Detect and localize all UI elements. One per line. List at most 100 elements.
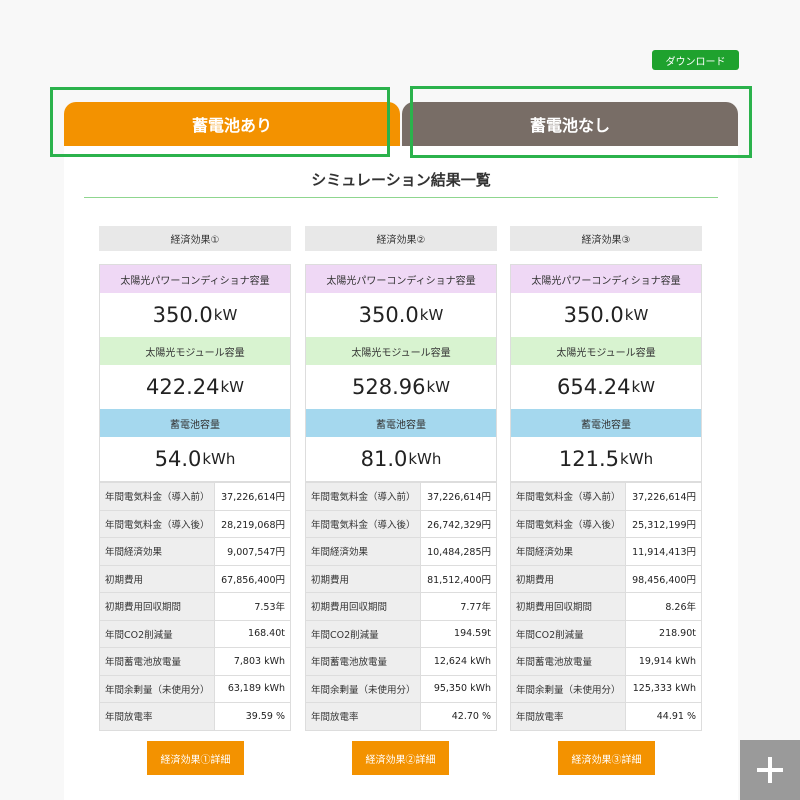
metrics-table: 年間電気料金（導入前） 37,226,614円 年間電気料金（導入後） 26,742… <box>305 482 497 731</box>
metric-value: 44.91 % <box>625 702 702 731</box>
tab-with-battery[interactable]: 蓄電池あり <box>64 102 400 146</box>
metric-label: 初期費用 <box>99 564 215 593</box>
metric-label: 年間放電率 <box>510 702 626 731</box>
metric-value: 7.77年 <box>420 592 497 621</box>
value-number: 54.0 <box>154 447 202 471</box>
expand-button[interactable] <box>740 740 800 800</box>
metric-label: 初期費用 <box>305 564 421 593</box>
tab-without-battery[interactable]: 蓄電池なし <box>402 102 738 146</box>
table-row: 年間CO2削減量 194.59t <box>305 619 497 648</box>
metric-value: 81,512,400円 <box>420 564 497 593</box>
metric-value: 10,484,285円 <box>420 537 497 566</box>
metric-label: 年間電気料金（導入前） <box>510 482 626 511</box>
table-row: 年間経済効果 10,484,285円 <box>305 537 497 566</box>
plus-icon <box>757 757 783 783</box>
metric-label: 年間電気料金（導入前） <box>305 482 421 511</box>
metric-value: 19,914 kWh <box>625 647 702 676</box>
metric-value: 7.53年 <box>214 592 291 621</box>
value-unit: kWh <box>408 450 442 468</box>
table-row: 年間CO2削減量 218.90t <box>510 619 702 648</box>
table-row: 年間放電率 42.70 % <box>305 702 497 731</box>
table-row: 初期費用 98,456,400円 <box>510 564 702 593</box>
pcs-capacity-label: 太陽光パワーコンディショナ容量 <box>100 265 290 293</box>
module-capacity-label: 太陽光モジュール容量 <box>511 337 701 365</box>
table-row: 年間経済効果 9,007,547円 <box>99 537 291 566</box>
metric-value: 194.59t <box>420 619 497 648</box>
table-row: 年間蓄電池放電量 19,914 kWh <box>510 647 702 676</box>
metric-value: 9,007,547円 <box>214 537 291 566</box>
table-row: 年間蓄電池放電量 12,624 kWh <box>305 647 497 676</box>
table-row: 年間CO2削減量 168.40t <box>99 619 291 648</box>
metric-label: 年間経済効果 <box>510 537 626 566</box>
module-capacity-value: 654.24 kW <box>511 365 701 409</box>
value-number: 350.0 <box>152 303 213 327</box>
metric-value: 168.40t <box>214 619 291 648</box>
value-unit: kWh <box>202 450 236 468</box>
metric-label: 初期費用回収期間 <box>510 592 626 621</box>
detail-button-1[interactable]: 経済効果①詳細 <box>147 741 244 775</box>
metric-value: 12,624 kWh <box>420 647 497 676</box>
metric-value: 37,226,614円 <box>420 482 497 511</box>
metric-label: 年間経済効果 <box>305 537 421 566</box>
result-column-1: 経済効果① 太陽光パワーコンディショナ容量 350.0 kW 太陽光モジュール容量… <box>99 226 291 731</box>
table-row: 年間余剰量（未使用分） 63,189 kWh <box>99 674 291 703</box>
metric-label: 年間余剰量（未使用分） <box>510 674 626 703</box>
value-unit: kWh <box>620 450 654 468</box>
metric-label: 年間放電率 <box>99 702 215 731</box>
table-row: 年間放電率 39.59 % <box>99 702 291 731</box>
column-heading: 経済効果③ <box>510 226 702 251</box>
metric-value: 7,803 kWh <box>214 647 291 676</box>
metric-value: 8.26年 <box>625 592 702 621</box>
column-heading: 経済効果② <box>305 226 497 251</box>
metric-value: 37,226,614円 <box>625 482 702 511</box>
metric-value: 98,456,400円 <box>625 564 702 593</box>
pcs-capacity-value: 350.0 kW <box>511 293 701 337</box>
table-row: 年間余剰量（未使用分） 95,350 kWh <box>305 674 497 703</box>
table-row: 年間経済効果 11,914,413円 <box>510 537 702 566</box>
metric-label: 初期費用回収期間 <box>305 592 421 621</box>
result-column-2: 経済効果② 太陽光パワーコンディショナ容量 350.0 kW 太陽光モジュール容量… <box>305 226 497 731</box>
result-column-3: 経済効果③ 太陽光パワーコンディショナ容量 350.0 kW 太陽光モジュール容量… <box>510 226 702 731</box>
metric-value: 63,189 kWh <box>214 674 291 703</box>
battery-capacity-label: 蓄電池容量 <box>306 409 496 437</box>
table-row: 年間電気料金（導入後） 28,219,068円 <box>99 509 291 538</box>
metric-value: 39.59 % <box>214 702 291 731</box>
pcs-capacity-label: 太陽光パワーコンディショナ容量 <box>511 265 701 293</box>
metric-label: 年間電気料金（導入前） <box>99 482 215 511</box>
table-row: 初期費用 67,856,400円 <box>99 564 291 593</box>
value-unit: kW <box>419 306 444 324</box>
value-number: 422.24 <box>145 375 220 399</box>
metric-value: 67,856,400円 <box>214 564 291 593</box>
table-row: 年間電気料金（導入後） 26,742,329円 <box>305 509 497 538</box>
metric-label: 年間蓄電池放電量 <box>305 647 421 676</box>
metric-value: 26,742,329円 <box>420 509 497 538</box>
detail-button-3[interactable]: 経済効果③詳細 <box>558 741 655 775</box>
value-unit: kW <box>426 378 450 396</box>
table-row: 年間電気料金（導入前） 37,226,614円 <box>510 482 702 511</box>
metric-label: 年間蓄電池放電量 <box>510 647 626 676</box>
module-capacity-value: 422.24 kW <box>100 365 290 409</box>
metric-label: 年間経済効果 <box>99 537 215 566</box>
metric-value: 125,333 kWh <box>625 674 702 703</box>
download-button[interactable]: ダウンロード <box>652 50 739 70</box>
table-row: 年間蓄電池放電量 7,803 kWh <box>99 647 291 676</box>
metric-label: 年間放電率 <box>305 702 421 731</box>
value-number: 654.24 <box>556 375 631 399</box>
metrics-table: 年間電気料金（導入前） 37,226,614円 年間電気料金（導入後） 25,312… <box>510 482 702 731</box>
metric-value: 28,219,068円 <box>214 509 291 538</box>
table-row: 初期費用 81,512,400円 <box>305 564 497 593</box>
metric-value: 95,350 kWh <box>420 674 497 703</box>
value-unit: kW <box>631 378 655 396</box>
battery-capacity-value: 54.0 kWh <box>100 437 290 481</box>
metric-label: 年間余剰量（未使用分） <box>305 674 421 703</box>
module-capacity-value: 528.96 kW <box>306 365 496 409</box>
table-row: 年間放電率 44.91 % <box>510 702 702 731</box>
metric-label: 年間蓄電池放電量 <box>99 647 215 676</box>
detail-button-2[interactable]: 経済効果②詳細 <box>352 741 449 775</box>
table-row: 年間余剰量（未使用分） 125,333 kWh <box>510 674 702 703</box>
metric-label: 年間CO2削減量 <box>510 619 626 648</box>
metric-value: 25,312,199円 <box>625 509 702 538</box>
metric-label: 初期費用回収期間 <box>99 592 215 621</box>
metrics-table: 年間電気料金（導入前） 37,226,614円 年間電気料金（導入後） 28,219… <box>99 482 291 731</box>
capacity-box: 太陽光パワーコンディショナ容量 350.0 kW 太陽光モジュール容量 422.2… <box>99 264 291 482</box>
